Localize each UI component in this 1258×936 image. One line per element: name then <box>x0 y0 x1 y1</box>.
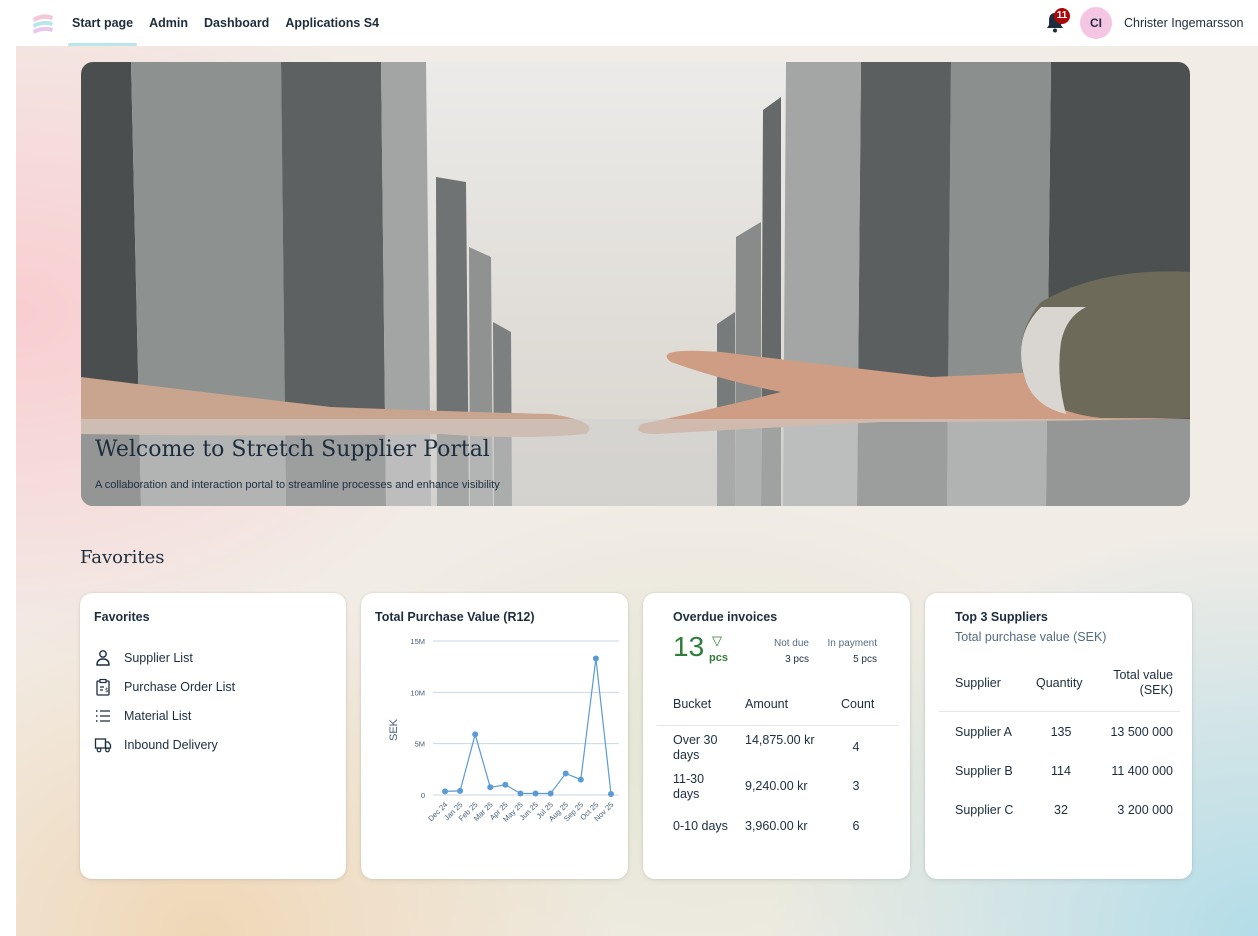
data-point <box>592 655 599 662</box>
favorite-material-list[interactable]: Material List <box>94 707 191 725</box>
purchase-value-card[interactable]: Total Purchase Value (R12) 0 5M 10M 15M SEK D… <box>361 593 628 879</box>
bucket-cell: 0-10 days <box>673 819 728 833</box>
svg-text:$: $ <box>105 687 109 694</box>
data-point <box>457 787 464 794</box>
hero-subtitle: A collaboration and interaction portal t… <box>95 479 500 491</box>
card-title: Favorites <box>94 610 150 624</box>
y-tick-label: 5M <box>415 740 425 749</box>
overdue-count: 13 <box>673 631 705 662</box>
header-divider <box>939 711 1180 712</box>
avatar[interactable]: CI <box>1080 7 1112 39</box>
supplier-cell: Supplier A <box>955 725 1012 739</box>
quantity-cell: 135 <box>1050 725 1072 739</box>
in-payment-value: 5 pcs <box>853 654 877 665</box>
favorite-purchase-order-list[interactable]: $ Purchase Order List <box>94 678 235 696</box>
data-point <box>502 781 509 788</box>
overdue-invoices-card[interactable]: Overdue invoices 13 ▽ pcs Not due 3 pcs … <box>643 593 910 879</box>
shell-bar: Start page Admin Dashboard Applications … <box>16 0 1258 46</box>
count-cell: 6 <box>852 819 860 833</box>
company-logo-icon[interactable] <box>30 11 56 37</box>
bucket-cell: 11-30 days <box>673 772 705 801</box>
column-header-quantity: Quantity <box>1036 676 1083 690</box>
data-point <box>608 790 614 797</box>
top-suppliers-card[interactable]: Top 3 Suppliers Total purchase value (SE… <box>925 593 1192 879</box>
data-point <box>487 784 494 791</box>
nav-start-page[interactable]: Start page <box>67 0 138 46</box>
header-divider <box>657 725 898 726</box>
truck-icon <box>94 738 112 753</box>
column-header-supplier: Supplier <box>955 676 1001 690</box>
supplier-cell: Supplier B <box>955 764 1013 778</box>
amount-cell: 9,240.00 kr <box>745 779 808 793</box>
y-tick-label: 0 <box>421 791 425 800</box>
total-cell: 11 400 000 <box>1111 764 1173 778</box>
favorite-label: Supplier List <box>124 651 193 665</box>
user-name[interactable]: Christer Ingemarsson <box>1124 16 1244 30</box>
nav-dashboard[interactable]: Dashboard <box>204 0 269 46</box>
favorite-supplier-list[interactable]: Supplier List <box>94 649 193 667</box>
in-payment-label: In payment <box>827 638 877 649</box>
trend-down-icon: ▽ <box>712 633 722 648</box>
not-due-label: Not due <box>773 638 809 649</box>
data-point <box>547 790 554 797</box>
favorite-label: Inbound Delivery <box>124 738 218 752</box>
person-icon <box>96 650 110 666</box>
left-edge <box>0 0 16 936</box>
nav-admin[interactable]: Admin <box>149 0 188 46</box>
count-cell: 3 <box>852 779 860 793</box>
nav-applications-s4[interactable]: Applications S4 <box>285 0 379 46</box>
top-navigation: Start page Admin Dashboard Applications … <box>67 0 379 46</box>
amount-cell: 3,960.00 kr <box>745 819 808 833</box>
purchase-value-chart: 05M10M15MSEKDec 24Jan 25Feb 25Mar 25Apr … <box>388 637 619 824</box>
card-title: Top 3 Suppliers <box>955 610 1048 624</box>
data-point <box>577 776 584 783</box>
overdue-count-unit: pcs <box>709 652 728 664</box>
quantity-cell: 114 <box>1051 764 1071 778</box>
column-header-bucket: Bucket <box>673 697 712 711</box>
card-title: Overdue invoices <box>673 610 778 624</box>
total-cell: 13 500 000 <box>1110 725 1173 739</box>
bucket-cell: Over 30 days <box>673 733 718 762</box>
card-subtitle: Total purchase value (SEK) <box>955 630 1107 644</box>
y-tick-label: 10M <box>410 688 425 697</box>
not-due-value: 3 pcs <box>785 654 809 665</box>
hero-title: Welcome to Stretch Supplier Portal <box>95 437 490 462</box>
supplier-cell: Supplier C <box>955 803 1014 817</box>
section-title: Favorites <box>80 547 165 568</box>
amount-cell: 14,875.00 kr <box>745 733 815 747</box>
notification-badge: 11 <box>1054 8 1070 24</box>
quantity-cell: 32 <box>1054 803 1068 817</box>
favorite-label: Material List <box>124 709 192 723</box>
y-tick-label: 15M <box>410 637 425 646</box>
list-icon <box>96 710 110 722</box>
favorite-label: Purchase Order List <box>124 680 236 694</box>
column-header-amount: Amount <box>745 697 789 711</box>
count-cell: 4 <box>852 740 860 754</box>
favorites-card: Favorites Supplier List $ Purchase Order… <box>80 593 346 879</box>
data-point <box>442 788 448 795</box>
hero-caption-band <box>81 419 1190 506</box>
column-header-total-value: Total value (SEK) <box>1113 668 1173 697</box>
hero-banner: Welcome to Stretch Supplier Portal A col… <box>81 62 1190 506</box>
favorite-inbound-delivery[interactable]: Inbound Delivery <box>94 736 218 754</box>
data-point <box>562 770 569 777</box>
series-line <box>444 658 612 795</box>
total-cell: 3 200 000 <box>1117 803 1173 817</box>
data-point <box>532 790 539 797</box>
column-header-count: Count <box>841 697 875 711</box>
data-point <box>472 731 479 738</box>
clipboard-icon: $ <box>96 678 110 696</box>
data-point <box>517 790 524 797</box>
y-axis-label: SEK <box>388 718 400 741</box>
